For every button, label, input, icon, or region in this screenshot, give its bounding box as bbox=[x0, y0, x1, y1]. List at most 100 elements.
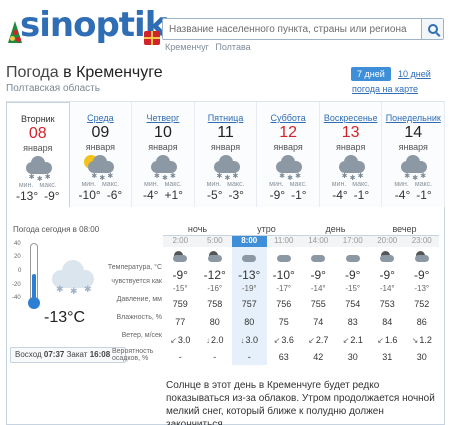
hour-wind: ↙3.0 bbox=[163, 331, 198, 349]
day-month: января bbox=[85, 142, 116, 152]
hour-temperature: -10° bbox=[272, 268, 295, 282]
hour-temperature: -9° bbox=[379, 268, 395, 282]
recent-searches: Кременчуг Полтава bbox=[165, 42, 255, 52]
hour-humidity: 74 bbox=[313, 317, 324, 327]
hour-pressure: 755 bbox=[310, 299, 326, 309]
scale-label: 0 bbox=[18, 268, 22, 274]
day-number: 13 bbox=[341, 124, 360, 141]
hour-humidity: 80 bbox=[232, 313, 267, 331]
period-label: утро bbox=[232, 224, 301, 236]
day-month: января bbox=[336, 142, 366, 152]
sun-times: Восход 07:37 Закат 16:08 bbox=[10, 347, 126, 363]
max-label: макс. bbox=[39, 182, 57, 189]
hour-wind: ↓2.0 bbox=[198, 331, 233, 349]
hour-precipitation: 42 bbox=[313, 352, 324, 362]
cloud-snow-icon: ✱ ✱ ✱ bbox=[270, 155, 306, 182]
sun-cloud-snow-icon: ✱ ✱ ✱ bbox=[82, 155, 118, 182]
snow-cloud-icon: ✱ ✱ ✱ bbox=[44, 256, 100, 296]
days-strip: Вторник 08 января ✱ ✱ ✱ мин. макс. -13° -9° Среда 0… bbox=[6, 101, 446, 207]
day-card[interactable]: Суббота 12 января ✱ ✱ ✱ мин. макс. -9° -1° bbox=[257, 102, 320, 207]
hour-label: 17:00 bbox=[335, 236, 370, 247]
hour-label: 11:00 bbox=[266, 236, 301, 247]
day-name[interactable]: Среда bbox=[70, 113, 132, 123]
hour-temperature: -9° bbox=[172, 268, 188, 282]
hour-wind: ↙3.6 bbox=[267, 331, 302, 349]
hour-temperature: -9° bbox=[414, 268, 430, 282]
wind-arrow-icon: ↓ bbox=[205, 336, 210, 345]
scale-label: 20 bbox=[14, 254, 21, 260]
wind-speed: 3.0 bbox=[245, 335, 258, 345]
hour-precipitation: 30 bbox=[347, 352, 358, 362]
hour-pressure: 757 bbox=[232, 295, 267, 313]
min-temp: -4° bbox=[332, 188, 348, 202]
today-label: Погода сегодня в 08:00 bbox=[13, 225, 100, 234]
recent-item[interactable]: Полтава bbox=[215, 42, 250, 52]
day-number: 12 bbox=[279, 124, 297, 141]
day-name[interactable]: Четверг bbox=[132, 113, 194, 123]
scale-label: -20 bbox=[12, 282, 21, 288]
hour-feels-like: -17° bbox=[276, 284, 292, 293]
sunrise-label: Восход bbox=[15, 350, 42, 359]
day-card[interactable]: Среда 09 января ✱ ✱ ✱ мин. макс. -10° -6° bbox=[69, 102, 133, 207]
hour-humidity: 80 bbox=[209, 317, 220, 327]
hour-wind: ↘1.2 bbox=[405, 331, 440, 349]
day-card[interactable]: Понедельник 14 января ✱ ✱ ✱ мин. макс. -4° -1° bbox=[382, 102, 446, 207]
label-feels: чувствуется как bbox=[111, 278, 162, 285]
hour-label: 8:00 bbox=[232, 236, 267, 247]
period-label: вечер bbox=[370, 224, 439, 236]
wind-arrow-icon: ↙ bbox=[308, 336, 315, 345]
hour-weather-icon bbox=[198, 247, 233, 267]
max-label: макс. bbox=[414, 181, 433, 188]
min-label: мин. bbox=[18, 182, 34, 189]
hour-humidity: 77 bbox=[175, 317, 186, 327]
day-month: января bbox=[398, 142, 428, 152]
min-temp: -4° bbox=[142, 188, 159, 202]
hour-feels-like: -14° bbox=[310, 284, 326, 293]
search-input[interactable] bbox=[163, 19, 413, 39]
recent-item[interactable]: Кременчуг bbox=[165, 42, 209, 52]
hour-humidity: 83 bbox=[347, 317, 358, 327]
max-temp: +1° bbox=[164, 188, 183, 202]
wind-speed: 1.6 bbox=[384, 335, 398, 345]
max-temp: -3° bbox=[228, 188, 244, 202]
day-name[interactable]: Воскресенье bbox=[320, 113, 382, 123]
wind-speed: 3.6 bbox=[281, 335, 294, 345]
max-label: макс. bbox=[101, 181, 120, 188]
day-number: 08 bbox=[28, 125, 47, 142]
wind-speed: 2.0 bbox=[210, 335, 224, 345]
sinoptik-logo[interactable]: sinoptik bbox=[6, 5, 167, 49]
day-card[interactable]: Четверг 10 января ✱ ✱ ✱ мин. макс. -4° +1° bbox=[132, 102, 195, 207]
cloud-snow-icon: ✱ ✱ ✱ bbox=[145, 155, 181, 182]
hour-label: 20:00 bbox=[370, 236, 405, 247]
hour-pressure: 752 bbox=[414, 299, 430, 309]
label-humidity: Влажность, % bbox=[116, 314, 162, 321]
day-name[interactable]: Вторник bbox=[7, 114, 69, 124]
map-link[interactable]: погода на карте bbox=[352, 84, 418, 94]
min-temp: -9° bbox=[269, 188, 286, 202]
search-button[interactable] bbox=[421, 19, 443, 39]
day-card[interactable]: Воскресенье 13 января ✱ ✱ ✱ мин. макс. -4° -1° bbox=[319, 102, 383, 207]
min-label: мин. bbox=[269, 181, 284, 188]
day-name[interactable]: Пятница bbox=[195, 113, 257, 123]
cloud-snow-icon: ✱ ✱ ✱ bbox=[395, 155, 431, 182]
day-card[interactable]: Вторник 08 января ✱ ✱ ✱ мин. макс. -13° -9° bbox=[6, 102, 70, 207]
max-temp: -9° bbox=[44, 189, 60, 203]
label-wind: Ветер, м/сек bbox=[121, 332, 162, 339]
tab-10-days[interactable]: 10 дней bbox=[398, 69, 431, 79]
day-name[interactable]: Понедельник bbox=[382, 113, 444, 123]
hour-temperature: -9° bbox=[345, 268, 361, 282]
tab-7-days[interactable]: 7 дней bbox=[351, 67, 391, 81]
wind-arrow-icon: ↙ bbox=[170, 336, 177, 345]
day-name[interactable]: Суббота bbox=[257, 113, 319, 123]
search-box bbox=[162, 18, 444, 40]
hour-wind: ↓3.0 bbox=[232, 331, 267, 349]
label-temperature: Температура, °C bbox=[107, 264, 162, 271]
day-card[interactable]: Пятница 11 января ✱ ✱ ✱ мин. макс. -5° -3° bbox=[194, 102, 258, 207]
min-temp: -10° bbox=[78, 188, 101, 202]
hour-feels-like: -15° bbox=[172, 284, 188, 293]
min-temp: -13° bbox=[15, 189, 39, 203]
day-month: января bbox=[273, 142, 303, 152]
cloud-snow-icon: ✱ ✱ ✱ bbox=[208, 155, 244, 182]
cloud-snow-icon: ✱ ✱ ✱ bbox=[333, 155, 369, 182]
day-month: января bbox=[148, 142, 178, 152]
